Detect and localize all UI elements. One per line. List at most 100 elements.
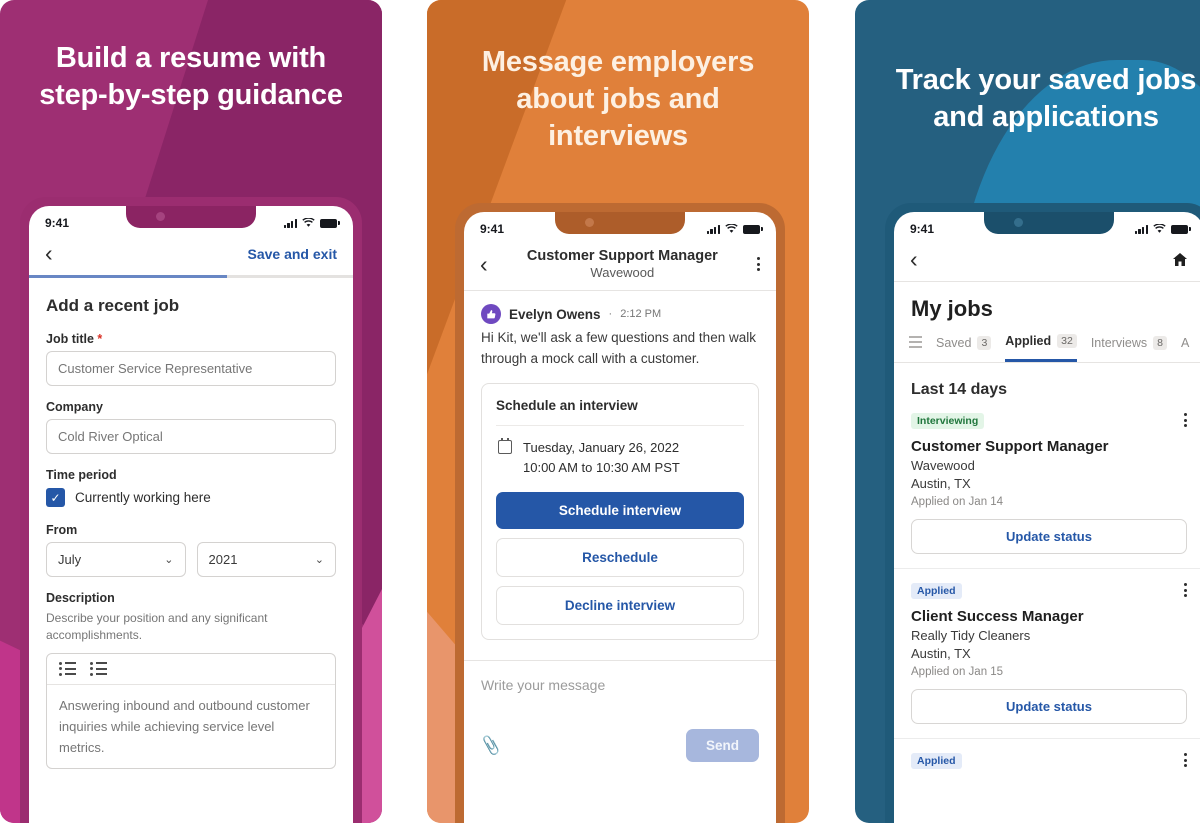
message-sender: Evelyn Owens [509,306,601,322]
time-period-label: Time period [46,468,117,482]
job-title-label-text: Job title [46,332,94,346]
required-asterisk: * [97,332,103,346]
job-title: Client Success Manager [911,608,1084,625]
wifi-icon [725,224,738,233]
job-card-top: Applied [911,583,1187,599]
job-card-top: Interviewing [911,413,1187,429]
job-title-input[interactable]: Customer Service Representative [46,351,336,386]
job-applied-date: Applied on Jan 14 [911,496,1004,508]
phone-notch [984,212,1114,234]
avatar [481,304,501,324]
tab-label: Applied [1005,334,1052,348]
progress-bar-fill [29,275,227,278]
more-options-icon[interactable] [1184,413,1187,427]
checkbox-checked-icon[interactable]: ✓ [46,488,65,507]
panel-build-resume: Build a resume with step-by-step guidanc… [0,0,382,823]
ordered-list-icon[interactable] [59,661,76,676]
status-badge: Applied [911,583,962,599]
more-options-icon[interactable] [757,257,760,271]
attachment-icon[interactable]: 📎 [479,734,503,758]
reschedule-button[interactable]: Reschedule [496,538,744,578]
tab-interviews[interactable]: Interviews 8 [1090,335,1167,361]
status-badge: Interviewing [911,413,985,429]
phone-notch [555,212,685,234]
message-composer: Write your message 📎 Send [464,660,776,763]
panel-track-jobs: Track your saved jobs and applications 9… [855,0,1200,823]
from-year-value: 2021 [208,552,238,567]
schedule-interview-button[interactable]: Schedule interview [496,492,744,530]
tab-label: A [1180,335,1190,350]
battery-icon [743,224,763,234]
schedule-datetime-text: Tuesday, January 26, 2022 10:00 AM to 10… [523,438,680,478]
job-card[interactable]: Applied Client Success Manager Really Ti… [894,583,1200,739]
myjobs-tabs: Saved 3 Applied 32 Interviews 8 A [894,334,1200,363]
page-title: My jobs [911,296,993,321]
progress-bar [29,275,353,278]
camera-dot-icon [156,212,165,221]
description-editor[interactable]: Answering inbound and outbound customer … [46,652,336,769]
currently-working-checkbox-row[interactable]: ✓ Currently working here [46,488,336,507]
tab-label: Interviews [1090,335,1148,350]
chevron-down-icon: ⌄ [164,554,174,566]
cellular-signal-icon [706,224,720,234]
back-button[interactable]: ‹ [45,242,53,265]
tab-saved[interactable]: Saved 3 [936,335,992,361]
update-status-button[interactable]: Update status [911,689,1187,724]
status-icons [283,218,340,228]
tab-badge: 3 [977,335,992,350]
back-button[interactable]: ‹ [480,252,488,276]
chat-nav-bar: ‹ Customer Support Manager Wavewood [464,242,776,290]
message-input[interactable]: Write your message [481,677,759,693]
description-label: Description [46,591,115,605]
schedule-datetime: Tuesday, January 26, 2022 10:00 AM to 10… [496,426,744,492]
thumbs-up-icon [486,309,495,318]
camera-dot-icon [585,218,594,227]
job-card[interactable]: Applied [894,753,1200,783]
filter-menu-icon[interactable] [909,336,922,359]
tab-applied[interactable]: Applied 32 [1005,334,1077,362]
panel-headline: Track your saved jobs and applications [895,64,1197,134]
tab-badge: 8 [1153,335,1167,350]
send-button[interactable]: Send [685,729,759,763]
more-options-icon[interactable] [1184,583,1187,597]
calendar-icon [498,438,512,455]
chevron-down-icon: ⌄ [314,554,324,566]
status-time: 9:41 [45,216,70,230]
description-hint: Describe your position and any significa… [46,611,268,643]
update-status-button[interactable]: Update status [911,519,1187,554]
tab-archived-truncated[interactable]: A [1181,336,1189,361]
phone-mockup: 9:41 ‹ Customer Support Manager Wavewood… [455,203,785,823]
status-time: 9:41 [480,222,505,236]
job-card[interactable]: Interviewing Customer Support Manager Wa… [894,413,1200,569]
message-header: Evelyn Owens · 2:12 PM [481,304,759,324]
phone-mockup: 9:41 ‹ Save and exit Add a recent job Jo… [20,197,362,823]
description-textarea[interactable]: Answering inbound and outbound customer … [47,685,335,768]
status-time: 9:41 [910,222,935,236]
from-date-row: July ⌄ 2021 ⌄ [46,542,336,577]
job-location: Austin, TX [911,476,971,491]
phone-screen: 9:41 ‹ My jobs Saved 3 Applied 32 Interv… [894,212,1200,823]
back-button[interactable]: ‹ [910,248,918,271]
phone-mockup: 9:41 ‹ My jobs Saved 3 Applied 32 Interv… [885,203,1200,823]
panel-headline: Message employers about jobs and intervi… [481,46,755,153]
message-body: Hi Kit, we'll ask a few questions and th… [481,330,756,366]
wifi-icon [1153,224,1166,233]
divider [894,281,1200,282]
company-input[interactable]: Cold River Optical [46,419,336,454]
section-header-last-14-days: Last 14 days [911,381,1008,398]
from-month-select[interactable]: July ⌄ [46,542,186,577]
resume-form: Add a recent job Job title * Customer Se… [29,296,353,769]
save-and-exit-button[interactable]: Save and exit [248,246,338,262]
form-nav-bar: ‹ Save and exit [29,236,353,275]
chat-message: Evelyn Owens · 2:12 PM Hi Kit, we'll ask… [464,291,776,369]
more-options-icon[interactable] [1184,753,1187,767]
decline-interview-button[interactable]: Decline interview [496,586,744,626]
bulleted-list-icon[interactable] [90,661,107,676]
form-section-title: Add a recent job [46,296,180,315]
from-year-select[interactable]: 2021 ⌄ [196,542,336,577]
schedule-interview-card: Schedule an interview Tuesday, January 2… [481,383,759,641]
chat-header: Customer Support Manager Wavewood [488,248,757,280]
app-store-screenshot-gallery: Build a resume with step-by-step guidanc… [0,0,1200,823]
phone-screen: 9:41 ‹ Save and exit Add a recent job Jo… [29,206,353,823]
home-icon[interactable] [1172,252,1188,267]
